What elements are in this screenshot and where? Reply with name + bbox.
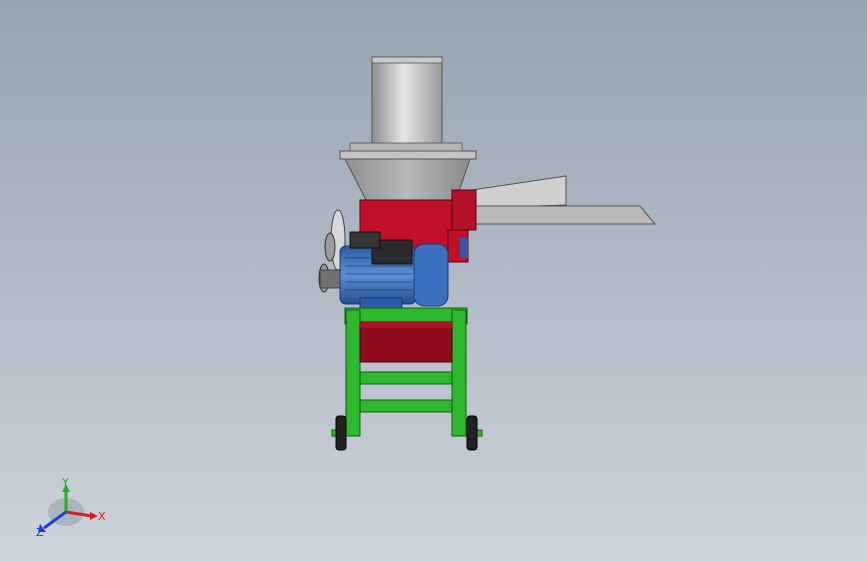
discharge-chute <box>471 175 657 225</box>
collection-bin <box>359 321 453 363</box>
z-axis-label: Z <box>36 526 44 538</box>
axis-triad: Y X Z <box>36 478 106 538</box>
hopper-rim <box>339 142 477 160</box>
y-axis-label: Y <box>61 478 69 489</box>
machine-model[interactable] <box>0 0 867 562</box>
feed-hopper-box <box>371 56 443 145</box>
graphics-viewport[interactable]: Y X Z <box>0 0 867 562</box>
x-axis-label: X <box>98 510 106 523</box>
hopper-funnel <box>344 158 471 201</box>
